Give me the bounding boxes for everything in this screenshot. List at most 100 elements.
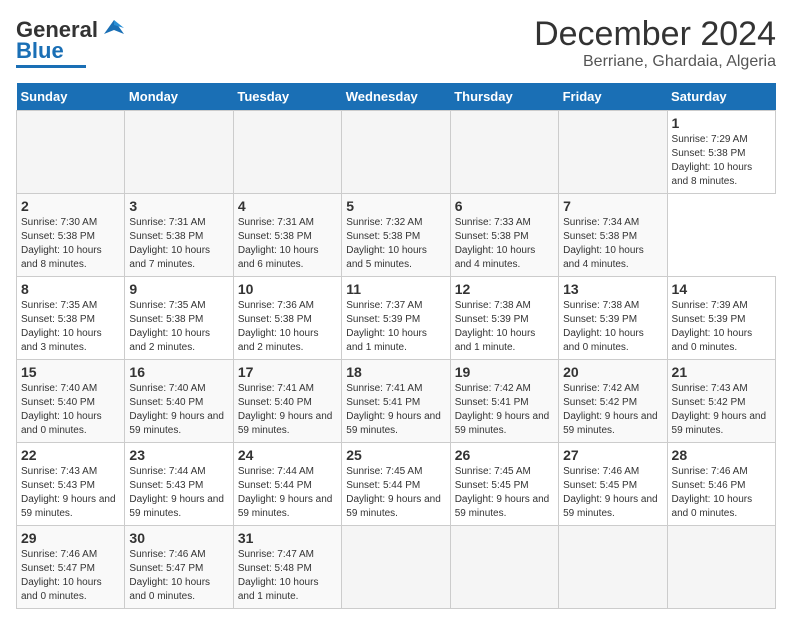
calendar-week-3: 8 Sunrise: 7:35 AMSunset: 5:38 PMDaylight… — [17, 277, 776, 360]
day-number: 13 — [563, 281, 662, 297]
day-info: Sunrise: 7:40 AMSunset: 5:40 PMDaylight:… — [21, 382, 120, 438]
calendar-cell-empty — [342, 111, 450, 194]
calendar-cell-day-2: 2 Sunrise: 7:30 AMSunset: 5:38 PMDaylight… — [17, 194, 125, 277]
day-number: 27 — [563, 447, 662, 463]
col-header-wednesday: Wednesday — [342, 83, 450, 111]
logo-bird-icon — [100, 16, 128, 44]
day-info: Sunrise: 7:32 AMSunset: 5:38 PMDaylight:… — [346, 216, 445, 272]
day-number: 8 — [21, 281, 120, 297]
calendar-cell-day-23: 23 Sunrise: 7:44 AMSunset: 5:43 PMDayligh… — [125, 443, 233, 526]
day-number: 5 — [346, 198, 445, 214]
calendar-cell-empty — [667, 526, 775, 609]
day-info: Sunrise: 7:42 AMSunset: 5:42 PMDaylight:… — [563, 382, 662, 438]
day-info: Sunrise: 7:45 AMSunset: 5:45 PMDaylight:… — [455, 465, 554, 521]
calendar-cell-empty — [450, 526, 558, 609]
day-info: Sunrise: 7:31 AMSunset: 5:38 PMDaylight:… — [238, 216, 337, 272]
calendar-cell-day-25: 25 Sunrise: 7:45 AMSunset: 5:44 PMDayligh… — [342, 443, 450, 526]
calendar-week-4: 15 Sunrise: 7:40 AMSunset: 5:40 PMDayligh… — [17, 360, 776, 443]
calendar-cell-day-22: 22Sunrise: 7:43 AMSunset: 5:43 PMDayligh… — [17, 443, 125, 526]
day-number: 15 — [21, 364, 120, 380]
day-info: Sunrise: 7:38 AMSunset: 5:39 PMDaylight:… — [455, 299, 554, 355]
day-info: Sunrise: 7:38 AMSunset: 5:39 PMDaylight:… — [563, 299, 662, 355]
logo-underline — [16, 65, 86, 68]
calendar-cell-day-21: 21 Sunrise: 7:43 AMSunset: 5:42 PMDayligh… — [667, 360, 775, 443]
day-info: Sunrise: 7:41 AMSunset: 5:40 PMDaylight:… — [238, 382, 337, 438]
day-info: Sunrise: 7:30 AMSunset: 5:38 PMDaylight:… — [21, 216, 120, 272]
day-number: 23 — [129, 447, 228, 463]
calendar-cell-day-15: 15 Sunrise: 7:40 AMSunset: 5:40 PMDayligh… — [17, 360, 125, 443]
day-info: Sunrise: 7:33 AMSunset: 5:38 PMDaylight:… — [455, 216, 554, 272]
col-header-saturday: Saturday — [667, 83, 775, 111]
logo-blue-text: Blue — [16, 38, 64, 64]
page-title: December 2024 — [534, 16, 776, 53]
calendar-week-1: 1 Sunrise: 7:29 AMSunset: 5:38 PMDaylight… — [17, 111, 776, 194]
calendar-cell-day-18: 18Sunrise: 7:41 AMSunset: 5:41 PMDayligh… — [342, 360, 450, 443]
title-block: December 2024 Berriane, Ghardaia, Algeri… — [534, 16, 776, 71]
day-info: Sunrise: 7:29 AMSunset: 5:38 PMDaylight:… — [672, 133, 771, 189]
day-info: Sunrise: 7:35 AMSunset: 5:38 PMDaylight:… — [21, 299, 120, 355]
day-number: 21 — [672, 364, 771, 380]
day-info: Sunrise: 7:45 AMSunset: 5:44 PMDaylight:… — [346, 465, 445, 521]
day-number: 29 — [21, 530, 120, 546]
day-info: Sunrise: 7:36 AMSunset: 5:38 PMDaylight:… — [238, 299, 337, 355]
day-number: 6 — [455, 198, 554, 214]
calendar-cell-day-5: 5 Sunrise: 7:32 AMSunset: 5:38 PMDaylight… — [342, 194, 450, 277]
day-number: 3 — [129, 198, 228, 214]
day-number: 7 — [563, 198, 662, 214]
day-number: 9 — [129, 281, 228, 297]
day-number: 10 — [238, 281, 337, 297]
calendar-cell-day-30: 30 Sunrise: 7:46 AMSunset: 5:47 PMDayligh… — [125, 526, 233, 609]
calendar-cell-day-10: 10 Sunrise: 7:36 AMSunset: 5:38 PMDayligh… — [233, 277, 341, 360]
calendar-cell-day-13: 13 Sunrise: 7:38 AMSunset: 5:39 PMDayligh… — [559, 277, 667, 360]
calendar-cell-day-11: 11 Sunrise: 7:37 AMSunset: 5:39 PMDayligh… — [342, 277, 450, 360]
day-info: Sunrise: 7:43 AMSunset: 5:43 PMDaylight:… — [21, 465, 120, 521]
day-number: 25 — [346, 447, 445, 463]
calendar-cell-day-1: 1 Sunrise: 7:29 AMSunset: 5:38 PMDaylight… — [667, 111, 775, 194]
calendar-cell-day-19: 19 Sunrise: 7:42 AMSunset: 5:41 PMDayligh… — [450, 360, 558, 443]
day-info: Sunrise: 7:47 AMSunset: 5:48 PMDaylight:… — [238, 548, 337, 604]
calendar-cell-day-29: 29 Sunrise: 7:46 AMSunset: 5:47 PMDayligh… — [17, 526, 125, 609]
day-number: 26 — [455, 447, 554, 463]
day-number: 16 — [129, 364, 228, 380]
day-number: 20 — [563, 364, 662, 380]
day-info: Sunrise: 7:46 AMSunset: 5:46 PMDaylight:… — [672, 465, 771, 521]
day-info: Sunrise: 7:40 AMSunset: 5:40 PMDaylight:… — [129, 382, 228, 438]
day-number: 30 — [129, 530, 228, 546]
day-info: Sunrise: 7:35 AMSunset: 5:38 PMDaylight:… — [129, 299, 228, 355]
day-number: 31 — [238, 530, 337, 546]
calendar-cell-empty — [342, 526, 450, 609]
calendar-cell-day-28: 28 Sunrise: 7:46 AMSunset: 5:46 PMDayligh… — [667, 443, 775, 526]
day-info: Sunrise: 7:46 AMSunset: 5:47 PMDaylight:… — [21, 548, 120, 604]
day-info: Sunrise: 7:44 AMSunset: 5:43 PMDaylight:… — [129, 465, 228, 521]
day-number: 1 — [672, 115, 771, 131]
day-info: Sunrise: 7:42 AMSunset: 5:41 PMDaylight:… — [455, 382, 554, 438]
page-subtitle: Berriane, Ghardaia, Algeria — [534, 53, 776, 71]
calendar-cell-day-14: 14Sunrise: 7:39 AMSunset: 5:39 PMDayligh… — [667, 277, 775, 360]
day-info: Sunrise: 7:43 AMSunset: 5:42 PMDaylight:… — [672, 382, 771, 438]
day-number: 2 — [21, 198, 120, 214]
calendar-cell-day-24: 24Sunrise: 7:44 AMSunset: 5:44 PMDayligh… — [233, 443, 341, 526]
day-number: 28 — [672, 447, 771, 463]
day-info: Sunrise: 7:46 AMSunset: 5:47 PMDaylight:… — [129, 548, 228, 604]
day-number: 19 — [455, 364, 554, 380]
day-info: Sunrise: 7:34 AMSunset: 5:38 PMDaylight:… — [563, 216, 662, 272]
day-info: Sunrise: 7:31 AMSunset: 5:38 PMDaylight:… — [129, 216, 228, 272]
day-number: 11 — [346, 281, 445, 297]
calendar-week-6: 29 Sunrise: 7:46 AMSunset: 5:47 PMDayligh… — [17, 526, 776, 609]
day-info: Sunrise: 7:37 AMSunset: 5:39 PMDaylight:… — [346, 299, 445, 355]
calendar-cell-day-16: 16 Sunrise: 7:40 AMSunset: 5:40 PMDayligh… — [125, 360, 233, 443]
calendar-cell-day-4: 4Sunrise: 7:31 AMSunset: 5:38 PMDaylight… — [233, 194, 341, 277]
calendar-cell-empty — [17, 111, 125, 194]
col-header-sunday: Sunday — [17, 83, 125, 111]
calendar-cell-day-20: 20 Sunrise: 7:42 AMSunset: 5:42 PMDayligh… — [559, 360, 667, 443]
day-info: Sunrise: 7:46 AMSunset: 5:45 PMDaylight:… — [563, 465, 662, 521]
calendar-cell-day-3: 3 Sunrise: 7:31 AMSunset: 5:38 PMDaylight… — [125, 194, 233, 277]
calendar-week-2: 2 Sunrise: 7:30 AMSunset: 5:38 PMDaylight… — [17, 194, 776, 277]
calendar-cell-day-31: 31 Sunrise: 7:47 AMSunset: 5:48 PMDayligh… — [233, 526, 341, 609]
day-info: Sunrise: 7:39 AMSunset: 5:39 PMDaylight:… — [672, 299, 771, 355]
col-header-thursday: Thursday — [450, 83, 558, 111]
calendar-week-5: 22Sunrise: 7:43 AMSunset: 5:43 PMDayligh… — [17, 443, 776, 526]
day-number: 17 — [238, 364, 337, 380]
calendar-cell-empty — [559, 526, 667, 609]
day-info: Sunrise: 7:41 AMSunset: 5:41 PMDaylight:… — [346, 382, 445, 438]
